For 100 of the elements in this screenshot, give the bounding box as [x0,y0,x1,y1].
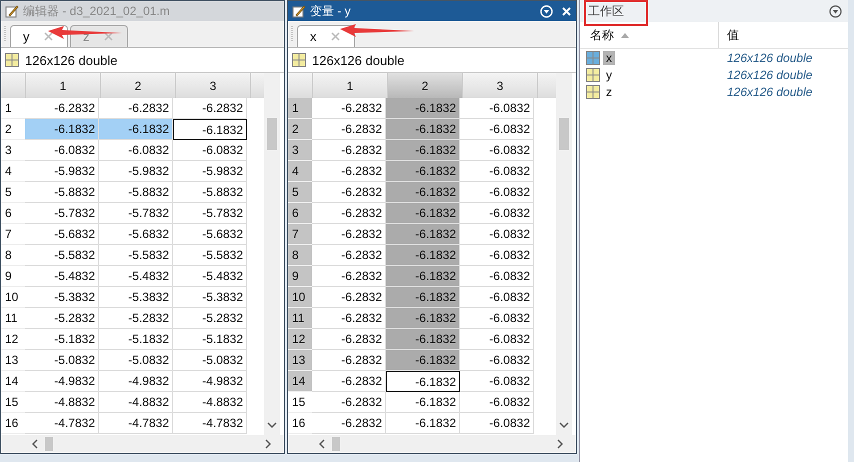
table-cell[interactable]: -6.0832 [25,140,99,161]
table-cell[interactable]: -5.5832 [25,245,99,266]
table-cell[interactable]: -6.1832 [386,329,460,350]
table-cell[interactable]: -5.2832 [25,308,99,329]
table-cell[interactable]: -5.3832 [173,287,247,308]
row-header[interactable]: 8 [288,245,312,266]
table-cell[interactable]: -6.0832 [460,140,534,161]
column-header[interactable]: 2 [388,73,463,98]
table-cell[interactable]: -6.1832 [173,119,247,140]
table-cell[interactable]: -5.5832 [99,245,173,266]
table-cell[interactable]: -5.5832 [173,245,247,266]
table-cell[interactable]: -5.9832 [173,161,247,182]
table-cell[interactable]: -6.0832 [460,266,534,287]
table-cell[interactable]: -5.8832 [173,182,247,203]
chevron-down-icon[interactable] [267,421,277,429]
row-header[interactable]: 1 [288,98,312,119]
row-header[interactable]: 11 [288,308,312,329]
table-cell[interactable]: -6.1832 [386,140,460,161]
row-header[interactable]: 1 [1,98,25,119]
row-header[interactable]: 10 [1,287,25,308]
table-cell[interactable]: -6.0832 [460,350,534,371]
table-cell[interactable]: -4.9832 [173,371,247,392]
table-cell[interactable]: -5.8832 [99,182,173,203]
table-cell[interactable]: -6.0832 [460,119,534,140]
row-header[interactable]: 14 [1,371,25,392]
row-header[interactable]: 12 [288,329,312,350]
table-cell[interactable]: -5.4832 [25,266,99,287]
chevron-right-icon[interactable] [264,439,272,449]
variable-name[interactable]: z [603,84,615,98]
table-cell[interactable]: -5.3832 [25,287,99,308]
table-cell[interactable]: -5.0832 [25,350,99,371]
row-header[interactable]: 14 [288,371,312,392]
table-cell[interactable]: -4.7832 [99,413,173,434]
table-cell[interactable]: -6.2832 [312,392,386,413]
table-cell[interactable]: -6.1832 [386,413,460,434]
sort-icon[interactable] [620,32,630,38]
row-header[interactable]: 16 [288,413,312,434]
row-header[interactable]: 6 [288,203,312,224]
table-cell[interactable]: -6.0832 [99,140,173,161]
table-cell[interactable]: -4.8832 [173,392,247,413]
table-cell[interactable]: -6.0832 [460,203,534,224]
table-cell[interactable]: -6.1832 [386,98,460,119]
variable-tab[interactable]: x [297,25,355,47]
chevron-right-icon[interactable] [556,439,564,449]
table-cell[interactable]: -6.1832 [386,161,460,182]
table-cell[interactable]: -4.8832 [99,392,173,413]
table-cell[interactable]: -5.6832 [173,224,247,245]
row-header[interactable]: 15 [1,392,25,413]
table-cell[interactable]: -5.7832 [99,203,173,224]
column-header[interactable]: 名称 [580,22,719,48]
table-cell[interactable]: -5.0832 [99,350,173,371]
column-header[interactable]: 2 [101,73,176,98]
table-cell[interactable]: -5.9832 [25,161,99,182]
row-header[interactable]: 13 [288,350,312,371]
table-cell[interactable]: -5.6832 [25,224,99,245]
row-header[interactable]: 9 [288,266,312,287]
row-header[interactable]: 13 [1,350,25,371]
table-cell[interactable]: -6.0832 [460,287,534,308]
table-cell[interactable]: -5.4832 [173,266,247,287]
table-cell[interactable]: -6.1832 [386,119,460,140]
dropdown-icon[interactable] [829,4,842,18]
table-cell[interactable]: -6.0832 [460,371,534,392]
table-cell[interactable]: -5.1832 [99,329,173,350]
row-header[interactable]: 8 [1,245,25,266]
table-cell[interactable]: -5.2832 [173,308,247,329]
table-cell[interactable]: -6.1832 [386,371,460,392]
row-header[interactable]: 10 [288,287,312,308]
variable-name[interactable]: x [603,50,615,64]
table-cell[interactable]: -6.0832 [460,413,534,434]
table-cell[interactable]: -6.1832 [386,308,460,329]
table-cell[interactable]: -5.1832 [173,329,247,350]
table-cell[interactable]: -6.0832 [173,140,247,161]
table-cell[interactable]: -6.1832 [386,203,460,224]
table-cell[interactable]: -4.7832 [25,413,99,434]
scroll-thumb[interactable] [332,437,340,451]
chevron-left-icon[interactable] [31,439,39,449]
row-header[interactable]: 5 [1,182,25,203]
table-cell[interactable]: -6.2832 [312,413,386,434]
table-cell[interactable]: -6.0832 [460,308,534,329]
table-cell[interactable]: -5.9832 [99,161,173,182]
column-header[interactable]: 3 [176,73,251,98]
row-header[interactable]: 15 [288,392,312,413]
column-header[interactable]: 3 [463,73,538,98]
table-cell[interactable]: -4.7832 [173,413,247,434]
grip-icon[interactable] [4,25,8,43]
chevron-down-icon[interactable] [559,421,569,429]
table-cell[interactable]: -6.1832 [386,245,460,266]
table-cell[interactable]: -6.0832 [460,98,534,119]
row-header[interactable]: 7 [288,224,312,245]
row-header[interactable]: 12 [1,329,25,350]
table-cell[interactable]: -6.1832 [386,287,460,308]
table-cell[interactable]: -4.9832 [99,371,173,392]
scroll-thumb[interactable] [559,118,569,150]
table-cell[interactable]: -6.1832 [99,119,173,140]
table-cell[interactable]: -6.1832 [386,392,460,413]
row-header[interactable]: 2 [288,119,312,140]
table-cell[interactable]: -5.6832 [99,224,173,245]
chevron-left-icon[interactable] [318,439,326,449]
variable-tab[interactable]: y [10,25,68,47]
table-cell[interactable]: -6.1832 [386,182,460,203]
